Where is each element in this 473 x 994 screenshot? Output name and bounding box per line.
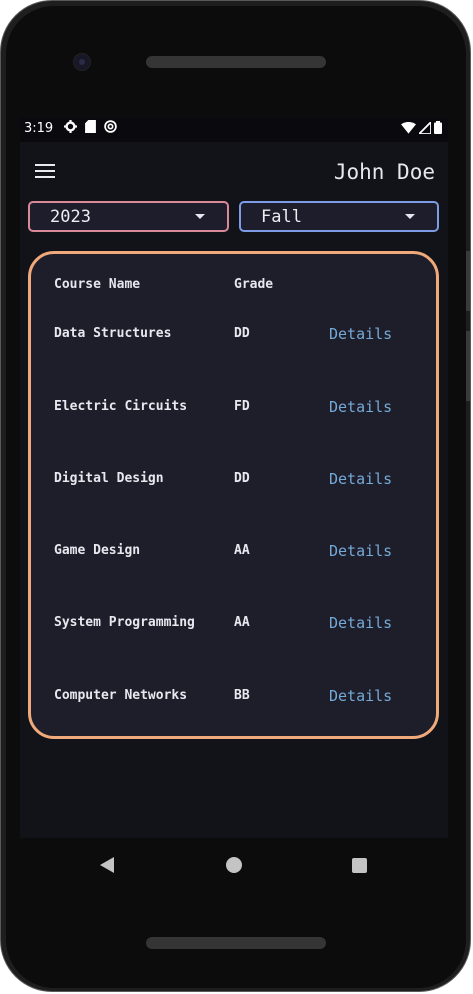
column-header-course: Course Name	[54, 277, 141, 292]
course-grade: AA	[234, 615, 250, 630]
battery-icon	[434, 121, 442, 134]
status-icons-right	[401, 121, 442, 134]
details-link[interactable]: Details	[329, 398, 392, 416]
course-grade: AA	[234, 543, 250, 558]
recents-icon[interactable]	[352, 858, 367, 873]
status-bar: 3:19	[20, 118, 448, 142]
app-screen: 3:19 John Doe 2023 Fall Course Name Grad…	[20, 118, 448, 838]
details-link[interactable]: Details	[329, 687, 392, 705]
at-sign-icon	[104, 120, 117, 133]
details-link[interactable]: Details	[329, 614, 392, 632]
column-header-grade: Grade	[234, 277, 274, 292]
course-name: Computer Networks	[54, 688, 188, 703]
signal-icon	[419, 121, 431, 134]
volume-button	[466, 251, 470, 311]
earpiece-speaker	[146, 56, 326, 68]
details-link[interactable]: Details	[329, 542, 392, 560]
year-select-value: 2023	[50, 207, 91, 227]
details-link[interactable]: Details	[329, 325, 392, 343]
course-grade: BB	[234, 688, 250, 703]
bottom-speaker	[146, 937, 326, 949]
year-select[interactable]: 2023	[28, 201, 229, 232]
term-select-value: Fall	[261, 207, 302, 227]
hamburger-menu-icon[interactable]	[35, 164, 57, 180]
wifi-icon	[401, 121, 416, 134]
term-select[interactable]: Fall	[239, 201, 439, 232]
course-name: Digital Design	[54, 471, 164, 486]
details-link[interactable]: Details	[329, 470, 392, 488]
course-name: Electric Circuits	[54, 399, 188, 414]
power-button	[466, 331, 470, 401]
course-name: Game Design	[54, 543, 141, 558]
course-grade: DD	[234, 326, 250, 341]
front-camera	[73, 53, 91, 71]
course-grade: FD	[234, 399, 250, 414]
user-name: John Doe	[333, 160, 435, 184]
sd-card-icon	[85, 120, 96, 133]
gear-icon	[64, 120, 77, 133]
status-icons-left	[64, 120, 117, 133]
course-name: System Programming	[54, 615, 195, 630]
back-icon[interactable]	[100, 857, 114, 873]
course-grade: DD	[234, 471, 250, 486]
app-bar: John Doe	[20, 142, 448, 202]
chevron-down-icon	[405, 214, 415, 219]
status-time: 3:19	[24, 121, 54, 136]
android-nav-bar	[20, 838, 448, 894]
home-icon[interactable]	[226, 857, 242, 873]
course-name: Data Structures	[54, 326, 172, 341]
chevron-down-icon	[195, 214, 205, 219]
